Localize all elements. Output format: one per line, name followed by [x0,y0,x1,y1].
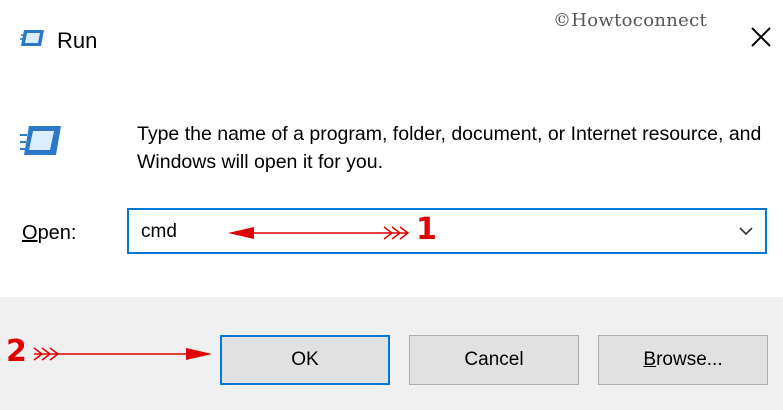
open-combobox[interactable]: cmd [127,208,767,254]
instruction-text: Type the name of a program, folder, docu… [137,123,762,173]
ok-button[interactable]: OK [220,335,390,385]
open-label-accelerator: O [22,222,38,244]
chevron-down-icon[interactable] [738,223,754,239]
browse-accelerator: B [643,349,657,370]
browse-label: rowse... [656,349,723,370]
open-label: Open: [22,222,77,245]
step-2-label: 2 [6,334,27,369]
close-icon[interactable] [748,24,774,50]
step-1-label: 1 [416,212,437,247]
window-title: Run [57,28,98,53]
open-input[interactable]: cmd [141,221,177,243]
watermark: ©Howtoconnect [553,10,707,31]
browse-button[interactable]: Browse... [598,335,768,385]
run-program-icon [20,126,61,155]
run-icon [20,30,44,46]
open-label-text: pen: [37,222,77,244]
cancel-button[interactable]: Cancel [409,335,579,385]
